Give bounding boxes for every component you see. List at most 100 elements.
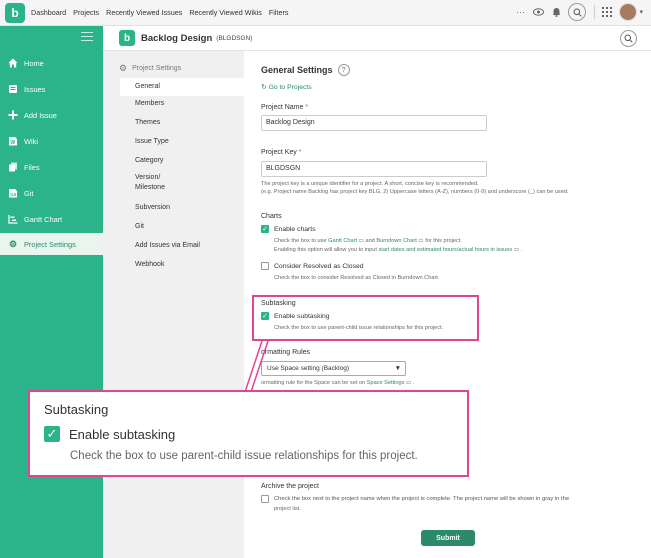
formatting-rules-value: Use Space setting (Backlog) (267, 365, 350, 372)
archive-checkbox[interactable] (261, 495, 269, 503)
callout-help: Check the box to use parent-child issue … (70, 450, 418, 462)
search-icon[interactable] (568, 3, 587, 21)
settings-nav-git[interactable]: Git (135, 223, 144, 230)
settings-nav-themes[interactable]: Themes (135, 119, 160, 126)
formatting-rules-select[interactable]: Use Space setting (Backlog) ▼ (261, 361, 406, 376)
sidebar-item-files[interactable]: Files (0, 156, 103, 178)
callout-subtasking-checkbox[interactable]: ✓ (44, 426, 60, 442)
required-marker: * (305, 104, 309, 111)
settings-nav-members[interactable]: Members (135, 100, 164, 107)
settings-nav-milestone[interactable]: Milestone (135, 184, 165, 191)
sidebar-item-git[interactable]: Git Git (0, 182, 103, 204)
sidebar-item-label: Add Issue (24, 110, 57, 120)
nav-projects[interactable]: Projects (73, 8, 99, 17)
files-icon (8, 162, 18, 172)
eye-icon[interactable] (532, 6, 544, 18)
sidebar-item-wiki[interactable]: W Wiki (0, 130, 103, 152)
formatting-help: ormatting rule for the Space can be set … (261, 380, 415, 386)
subtasking-callout: Subtasking ✓ Enable subtasking Check the… (28, 390, 469, 477)
sidebar-item-label: Home (24, 58, 44, 68)
consider-resolved-help: Check the box to consider Resolved as Cl… (274, 275, 440, 281)
enable-charts-row: ✓ Enable charts (261, 225, 316, 233)
charts-help-2-text: Enabling this option will allow you to i… (274, 247, 377, 253)
avatar[interactable] (619, 3, 638, 21)
svg-text:W: W (11, 140, 16, 146)
project-name-label: Project Name * (261, 104, 308, 111)
apps-grid-icon[interactable] (601, 6, 613, 18)
page-title: General Settings ? (261, 64, 350, 76)
sidebar-item-label: Files (24, 162, 40, 172)
svg-text:Git: Git (10, 192, 17, 197)
enable-charts-checkbox[interactable]: ✓ (261, 225, 269, 233)
git-icon: Git (8, 188, 18, 198)
charts-help: Check the box to use Gantt Chart ▭ and B… (274, 238, 462, 244)
consider-resolved-checkbox[interactable] (261, 262, 269, 270)
formatting-help-text: ormatting rule for the Space can be set … (261, 380, 366, 386)
bell-icon[interactable] (550, 6, 562, 18)
project-icon: b (119, 30, 135, 46)
gantt-icon (8, 214, 18, 224)
project-key-input[interactable]: BLGDSGN (261, 161, 487, 177)
settings-nav-webhook[interactable]: Webhook (135, 261, 164, 268)
chevron-down-icon[interactable]: ▾ (639, 8, 643, 16)
burndown-chart-link[interactable]: Burndown Chart (376, 238, 416, 244)
project-header: b Backlog Design (BLGDSGN) (103, 26, 651, 51)
sidebar-item-label: Project Settings (24, 239, 76, 249)
settings-nav-version[interactable]: Version/ (135, 174, 160, 181)
required-marker: * (298, 149, 302, 156)
charts-help-end: for this project. (425, 238, 462, 244)
space-settings-link[interactable]: Space Settings (367, 380, 405, 386)
start-dates-link[interactable]: start dates and estimated hours/actual h… (379, 247, 513, 253)
wiki-icon: W (8, 136, 18, 146)
callout-checkbox-label: Enable subtasking (69, 426, 176, 442)
archive-row: Check the box next to the project name w… (261, 495, 569, 503)
sidebar-item-label: Git (24, 188, 34, 198)
chevron-down-icon: ▼ (394, 365, 401, 372)
go-to-projects-link[interactable]: ↻ Go to Projects (261, 83, 312, 91)
page-title-text: General Settings (261, 65, 333, 75)
project-key-help-example: (e.g. Project name Backlog has project k… (261, 189, 569, 195)
settings-nav-general[interactable]: General (120, 78, 244, 96)
sidebar-item-add-issue[interactable]: Add Issue (0, 104, 103, 126)
submit-button[interactable]: Submit (421, 530, 475, 546)
sidebar-item-label: Issues (24, 84, 46, 94)
project-name-label-text: Project Name (261, 104, 304, 111)
archive-help: Check the box next to the project name w… (274, 496, 570, 502)
charts-help-and: and (365, 238, 375, 244)
left-sidebar: Home Issues Add Issue W Wiki Files Git G… (0, 26, 103, 558)
sidebar-item-gantt-chart[interactable]: Gantt Chart (0, 208, 103, 230)
project-name[interactable]: Backlog Design (141, 33, 212, 44)
gear-icon: ⚙ (119, 63, 128, 73)
charts-help-2: Enabling this option will allow you to i… (274, 247, 523, 253)
callout-title: Subtasking (44, 402, 109, 417)
sidebar-item-issues[interactable]: Issues (0, 78, 103, 100)
enable-charts-label: Enable charts (274, 225, 316, 233)
nav-recent-issues[interactable]: Recently Viewed Issues (106, 8, 182, 17)
project-name-input[interactable]: Backlog Design (261, 115, 487, 131)
search-icon[interactable] (620, 30, 637, 47)
help-icon[interactable]: ? (337, 64, 350, 76)
top-nav: Dashboard Projects Recently Viewed Issue… (31, 8, 295, 17)
settings-nav-issue-type[interactable]: Issue Type (135, 138, 169, 145)
top-bar: b Dashboard Projects Recently Viewed Iss… (0, 0, 651, 26)
more-icon[interactable]: ··· (514, 6, 526, 18)
menu-icon[interactable] (81, 32, 93, 42)
nav-dashboard[interactable]: Dashboard (31, 8, 66, 17)
nav-filters[interactable]: Filters (269, 8, 289, 17)
sidebar-item-label: Gantt Chart (24, 214, 63, 224)
backlog-logo[interactable]: b (5, 2, 25, 23)
sidebar-item-home[interactable]: Home (0, 52, 103, 74)
callout-checkbox-row: ✓ Enable subtasking (44, 426, 175, 442)
settings-nav-add-issues-email[interactable]: Add Issues via Email (135, 242, 200, 249)
plus-icon (8, 110, 18, 120)
gantt-chart-link[interactable]: Gantt Chart (328, 238, 357, 244)
sidebar-item-label: Wiki (24, 136, 38, 146)
sidebar-item-project-settings[interactable]: ⚙ Project Settings (0, 233, 103, 255)
settings-nav-subversion[interactable]: Subversion (135, 204, 170, 211)
nav-recent-wikis[interactable]: Recently Viewed Wikis (189, 8, 262, 17)
settings-nav-category[interactable]: Category (135, 157, 163, 164)
project-key-help: The project key is a unique identifier f… (261, 181, 479, 187)
divider (594, 5, 596, 19)
consider-resolved-label: Consider Resolved as Closed (274, 262, 364, 270)
gear-icon: ⚙ (8, 238, 18, 249)
